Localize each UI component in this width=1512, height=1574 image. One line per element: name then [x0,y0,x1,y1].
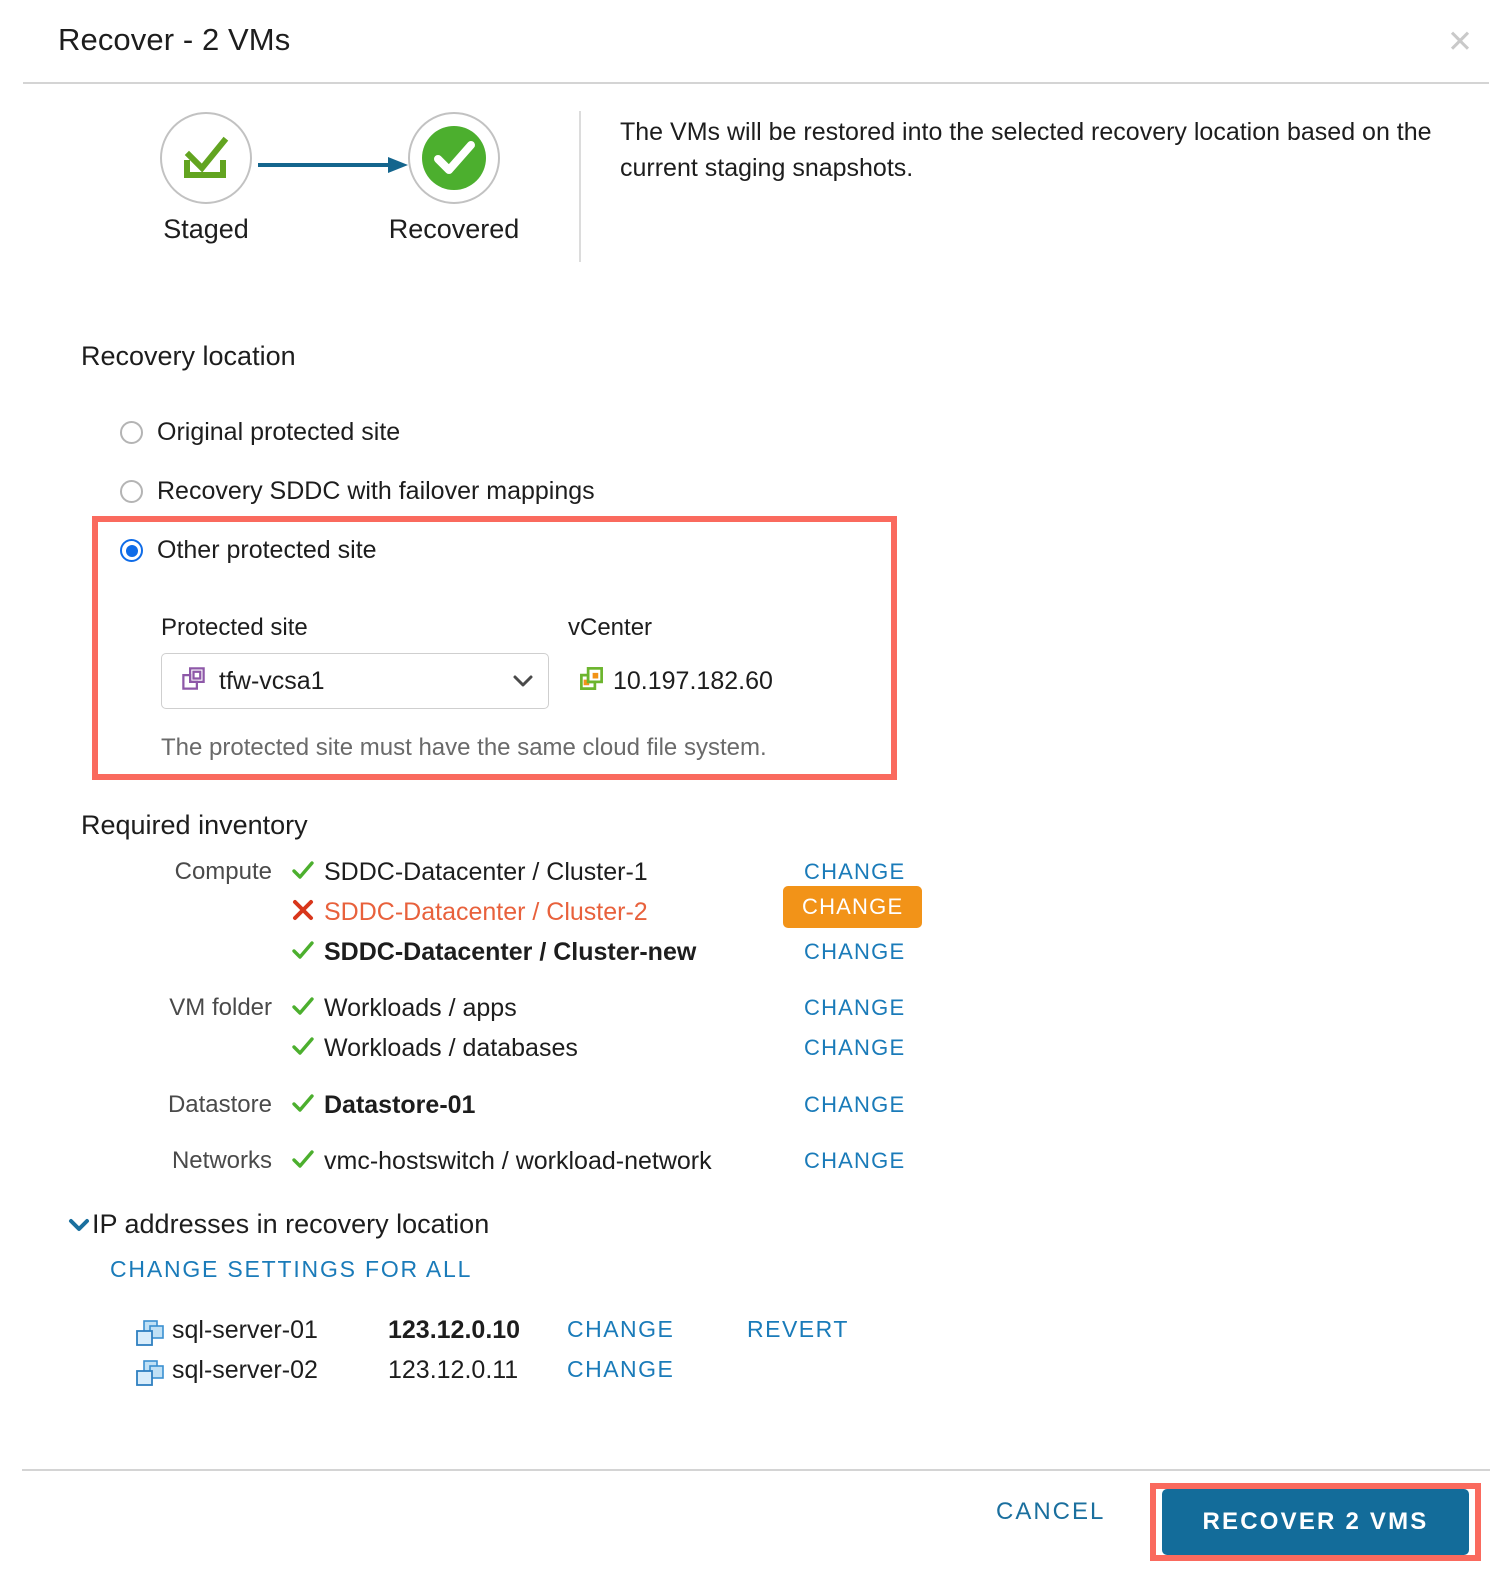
flow-node-label-staged: Staged [163,214,249,244]
list-item: sql-server-01 123.12.0.10 CHANGE REVERT [0,1316,1000,1356]
change-button[interactable]: CHANGE [804,1092,905,1118]
table-row: VM folder Workloads / apps CHANGE [0,988,1000,1028]
inventory-category: Compute [174,858,272,885]
recovery-flow-diagram: Staged Recovered [150,112,550,262]
inventory-name: SDDC-Datacenter / Cluster-1 [324,857,648,886]
radio-original-protected-site[interactable]: Original protected site [120,418,400,447]
vm-icon [135,1320,165,1348]
vcenter-address: 10.197.182.60 [613,666,773,695]
protected-site-label: Protected site [161,614,308,641]
radio-recovery-sddc[interactable]: Recovery SDDC with failover mappings [120,477,595,506]
chevron-down-icon[interactable] [512,674,534,688]
status-error-icon [289,896,317,924]
radio-other-protected-site[interactable]: Other protected site [120,536,377,565]
cancel-button[interactable]: CANCEL [996,1498,1105,1526]
status-ok-icon [289,1145,317,1173]
table-row: Datastore Datastore-01 CHANGE [0,1085,1000,1125]
header-divider [23,82,1489,84]
change-button[interactable]: CHANGE [804,939,905,965]
required-inventory-heading: Required inventory [81,810,308,840]
chevron-down-icon[interactable] [66,1216,92,1234]
protected-site-select[interactable]: tfw-vcsa1 [161,653,549,709]
ip-addresses-section-toggle[interactable]: IP addresses in recovery location [66,1209,489,1240]
vm-name: sql-server-01 [172,1316,318,1344]
status-ok-icon [289,856,317,884]
list-item: sql-server-02 123.12.0.11 CHANGE [0,1356,1000,1396]
page-title: Recover - 2 VMs [58,22,291,57]
inventory-category: VM folder [169,994,272,1021]
radio-indicator-selected[interactable] [120,539,143,562]
vcenter-label: vCenter [568,614,653,641]
footer-divider [22,1469,1490,1471]
radio-label: Recovery SDDC with failover mappings [157,477,595,505]
recover-dialog: Recover - 2 VMs ✕ Staged Recovered The V… [0,0,1512,1574]
inventory-name: Workloads / databases [324,1033,578,1062]
status-ok-icon [289,936,317,964]
inventory-name: Datastore-01 [324,1090,476,1119]
protected-site-value: tfw-vcsa1 [219,666,325,695]
change-button[interactable]: CHANGE [804,1148,905,1174]
change-button-warning[interactable]: CHANGE [783,886,923,928]
status-ok-icon [289,992,317,1020]
status-ok-icon [289,1089,317,1117]
inventory-category: Datastore [167,1091,272,1118]
change-button[interactable]: CHANGE [804,995,905,1021]
inventory-name: Workloads / apps [324,993,517,1022]
recovery-location-heading: Recovery location [81,341,296,371]
radio-indicator[interactable] [120,421,143,444]
radio-label: Original protected site [157,418,401,446]
flow-node-recovered: Recovered [389,112,519,244]
change-button[interactable]: CHANGE [567,1356,674,1383]
ip-addresses-heading: IP addresses in recovery location [92,1209,490,1239]
required-inventory-list: Compute SDDC-Datacenter / Cluster-1 CHAN… [0,852,1000,1181]
table-row: SDDC-Datacenter / Cluster-2 CHANGE [0,886,1000,932]
flow-divider [579,111,581,262]
protected-site-hint: The protected site must have the same cl… [161,734,767,761]
change-button[interactable]: CHANGE [804,859,905,885]
flow-node-label-recovered: Recovered [388,214,520,244]
ip-address: 123.12.0.11 [388,1356,519,1384]
inventory-name: SDDC-Datacenter / Cluster-new [324,937,697,966]
change-button[interactable]: CHANGE [567,1316,674,1343]
close-icon[interactable]: ✕ [1440,21,1480,61]
radio-indicator[interactable] [120,480,143,503]
arrow-right-icon [258,156,408,174]
vm-icon [135,1360,165,1388]
change-settings-for-all-button[interactable]: CHANGE SETTINGS FOR ALL [110,1256,472,1283]
vcenter-green-icon [578,665,605,697]
inventory-name: vmc-hostswitch / workload-network [324,1146,712,1175]
radio-label: Other protected site [157,536,377,564]
table-row: Workloads / databases CHANGE [0,1028,1000,1068]
table-row: SDDC-Datacenter / Cluster-new CHANGE [0,932,1000,972]
ip-addresses-list: sql-server-01 123.12.0.10 CHANGE REVERT … [0,1316,1000,1396]
inventory-name: SDDC-Datacenter / Cluster-2 [324,897,648,926]
staged-check-icon [160,112,252,204]
vm-name: sql-server-02 [172,1356,318,1384]
revert-button[interactable]: REVERT [747,1316,849,1343]
status-ok-icon [289,1032,317,1060]
vcenter-value-group: 10.197.182.60 [578,653,773,709]
ip-address: 123.12.0.10 [388,1316,521,1344]
recovered-check-icon [408,112,500,204]
flow-node-staged: Staged [160,112,252,244]
flow-description: The VMs will be restored into the select… [620,118,1432,182]
table-row: Networks vmc-hostswitch / workload-netwo… [0,1141,1000,1181]
vcenter-purple-icon [180,665,207,697]
inventory-category: Networks [171,1147,272,1174]
change-button[interactable]: CHANGE [804,1035,905,1061]
recover-button[interactable]: RECOVER 2 VMS [1162,1489,1469,1555]
